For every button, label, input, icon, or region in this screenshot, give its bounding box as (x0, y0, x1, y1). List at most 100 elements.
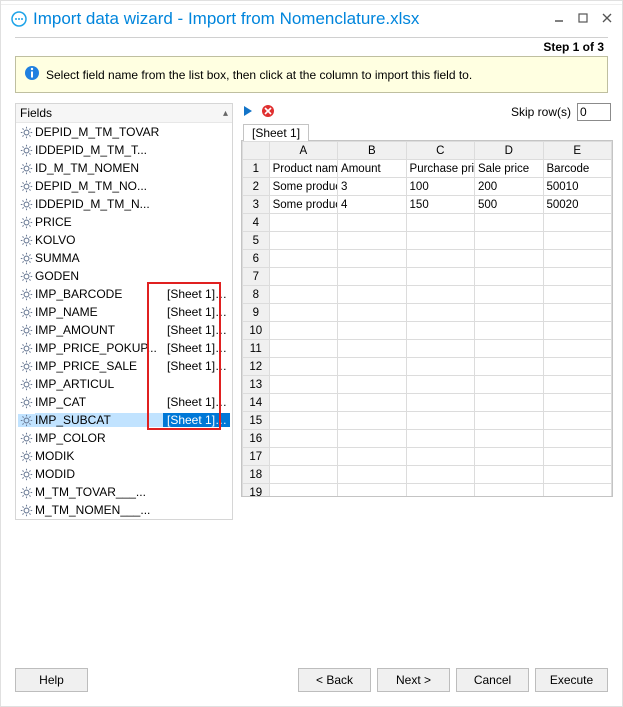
column-header[interactable]: E (543, 142, 612, 160)
grid-cell[interactable] (543, 214, 612, 232)
field-row[interactable]: MODID (16, 465, 232, 483)
field-row[interactable]: IMP_AMOUNT[Sheet 1]B... (16, 321, 232, 339)
grid-cell[interactable] (406, 394, 474, 412)
field-row[interactable]: IMP_SUBCAT[Sheet 1]G... (16, 411, 232, 429)
grid-cell[interactable] (475, 430, 543, 448)
field-row[interactable]: M_TM_NOMEN___... (16, 501, 232, 519)
grid-cell[interactable] (543, 466, 612, 484)
skip-rows-input[interactable] (577, 103, 611, 121)
minimize-button[interactable] (554, 12, 564, 26)
grid-cell[interactable] (338, 484, 406, 498)
grid-cell[interactable]: Amount (338, 160, 406, 178)
grid-cell[interactable] (269, 358, 337, 376)
row-header[interactable]: 3 (243, 196, 270, 214)
grid-cell[interactable] (269, 484, 337, 498)
delete-icon[interactable] (261, 104, 275, 121)
column-header[interactable]: B (338, 142, 406, 160)
field-row[interactable]: IMP_ARTICUL (16, 375, 232, 393)
field-row[interactable]: GODEN (16, 267, 232, 285)
row-header[interactable]: 12 (243, 358, 270, 376)
grid-cell[interactable] (543, 394, 612, 412)
grid-cell[interactable] (338, 412, 406, 430)
row-header[interactable]: 14 (243, 394, 270, 412)
field-row[interactable]: SUMMA (16, 249, 232, 267)
grid-cell[interactable] (406, 250, 474, 268)
row-header[interactable]: 1 (243, 160, 270, 178)
row-header[interactable]: 15 (243, 412, 270, 430)
fields-list[interactable]: DEPID_M_TM_TOVARIDDEPID_M_TM_T...ID_M_TM… (16, 123, 232, 519)
play-icon[interactable] (241, 104, 255, 121)
grid-cell[interactable] (269, 232, 337, 250)
grid-cell[interactable] (406, 448, 474, 466)
row-header[interactable]: 8 (243, 286, 270, 304)
back-button[interactable]: < Back (298, 668, 371, 692)
field-row[interactable]: IMP_PRICE_POKUP...[Sheet 1]C... (16, 339, 232, 357)
field-row[interactable]: ID_M_TM_NOMEN (16, 159, 232, 177)
help-button[interactable]: Help (15, 668, 88, 692)
execute-button[interactable]: Execute (535, 668, 608, 692)
row-header[interactable]: 13 (243, 376, 270, 394)
column-header[interactable]: A (269, 142, 337, 160)
grid-cell[interactable] (543, 358, 612, 376)
grid-cell[interactable] (543, 250, 612, 268)
field-row[interactable]: IMP_COLOR (16, 429, 232, 447)
field-row[interactable]: PRICE (16, 213, 232, 231)
grid-cell[interactable] (406, 304, 474, 322)
field-row[interactable]: IMP_NAME[Sheet 1]A... (16, 303, 232, 321)
row-header[interactable]: 19 (243, 484, 270, 498)
maximize-button[interactable] (578, 12, 588, 26)
grid-cell[interactable] (338, 376, 406, 394)
grid-cell[interactable] (406, 214, 474, 232)
grid-cell[interactable] (338, 304, 406, 322)
grid-cell[interactable] (543, 376, 612, 394)
grid-cell[interactable] (269, 376, 337, 394)
grid-cell[interactable] (543, 268, 612, 286)
grid-cell[interactable] (338, 466, 406, 484)
grid-cell[interactable] (475, 232, 543, 250)
field-row[interactable]: DEPID_M_TM_NO... (16, 177, 232, 195)
field-row[interactable]: IMP_CAT[Sheet 1]F... (16, 393, 232, 411)
grid-cell[interactable] (406, 286, 474, 304)
grid-cell[interactable] (475, 358, 543, 376)
cancel-button[interactable]: Cancel (456, 668, 529, 692)
grid-cell[interactable] (269, 250, 337, 268)
row-header[interactable]: 10 (243, 322, 270, 340)
grid-cell[interactable] (406, 322, 474, 340)
grid-cell[interactable] (406, 484, 474, 498)
grid-cell[interactable] (543, 304, 612, 322)
grid-cell[interactable] (543, 412, 612, 430)
grid-cell[interactable]: 50020 (543, 196, 612, 214)
grid-cell[interactable] (475, 394, 543, 412)
sheet-tab[interactable]: [Sheet 1] (243, 124, 309, 141)
grid-cell[interactable]: 3 (338, 178, 406, 196)
grid-cell[interactable] (475, 412, 543, 430)
field-row[interactable]: M_TM_TOVAR___... (16, 483, 232, 501)
grid-cell[interactable] (269, 466, 337, 484)
grid-cell[interactable] (269, 412, 337, 430)
grid-cell[interactable] (475, 304, 543, 322)
grid-cell[interactable] (475, 286, 543, 304)
grid-cell[interactable] (338, 250, 406, 268)
grid-cell[interactable] (475, 340, 543, 358)
row-header[interactable]: 2 (243, 178, 270, 196)
grid-cell[interactable] (269, 322, 337, 340)
grid-cell[interactable] (269, 286, 337, 304)
grid-cell[interactable] (338, 214, 406, 232)
field-row[interactable]: IDDEPID_M_TM_T... (16, 141, 232, 159)
grid-cell[interactable] (543, 340, 612, 358)
grid-cell[interactable]: Sale price (475, 160, 543, 178)
grid-cell[interactable] (338, 430, 406, 448)
grid-cell[interactable] (269, 340, 337, 358)
grid-cell[interactable] (338, 268, 406, 286)
grid-cell[interactable] (338, 448, 406, 466)
grid-cell[interactable] (338, 286, 406, 304)
grid-cell[interactable]: 50010 (543, 178, 612, 196)
field-row[interactable]: KOLVO (16, 231, 232, 249)
grid-cell[interactable] (475, 484, 543, 498)
grid-cell[interactable]: Barcode (543, 160, 612, 178)
grid-cell[interactable] (406, 268, 474, 286)
row-header[interactable]: 18 (243, 466, 270, 484)
column-header[interactable]: D (475, 142, 543, 160)
grid-cell[interactable]: Some produc (269, 178, 337, 196)
grid-cell[interactable] (475, 376, 543, 394)
